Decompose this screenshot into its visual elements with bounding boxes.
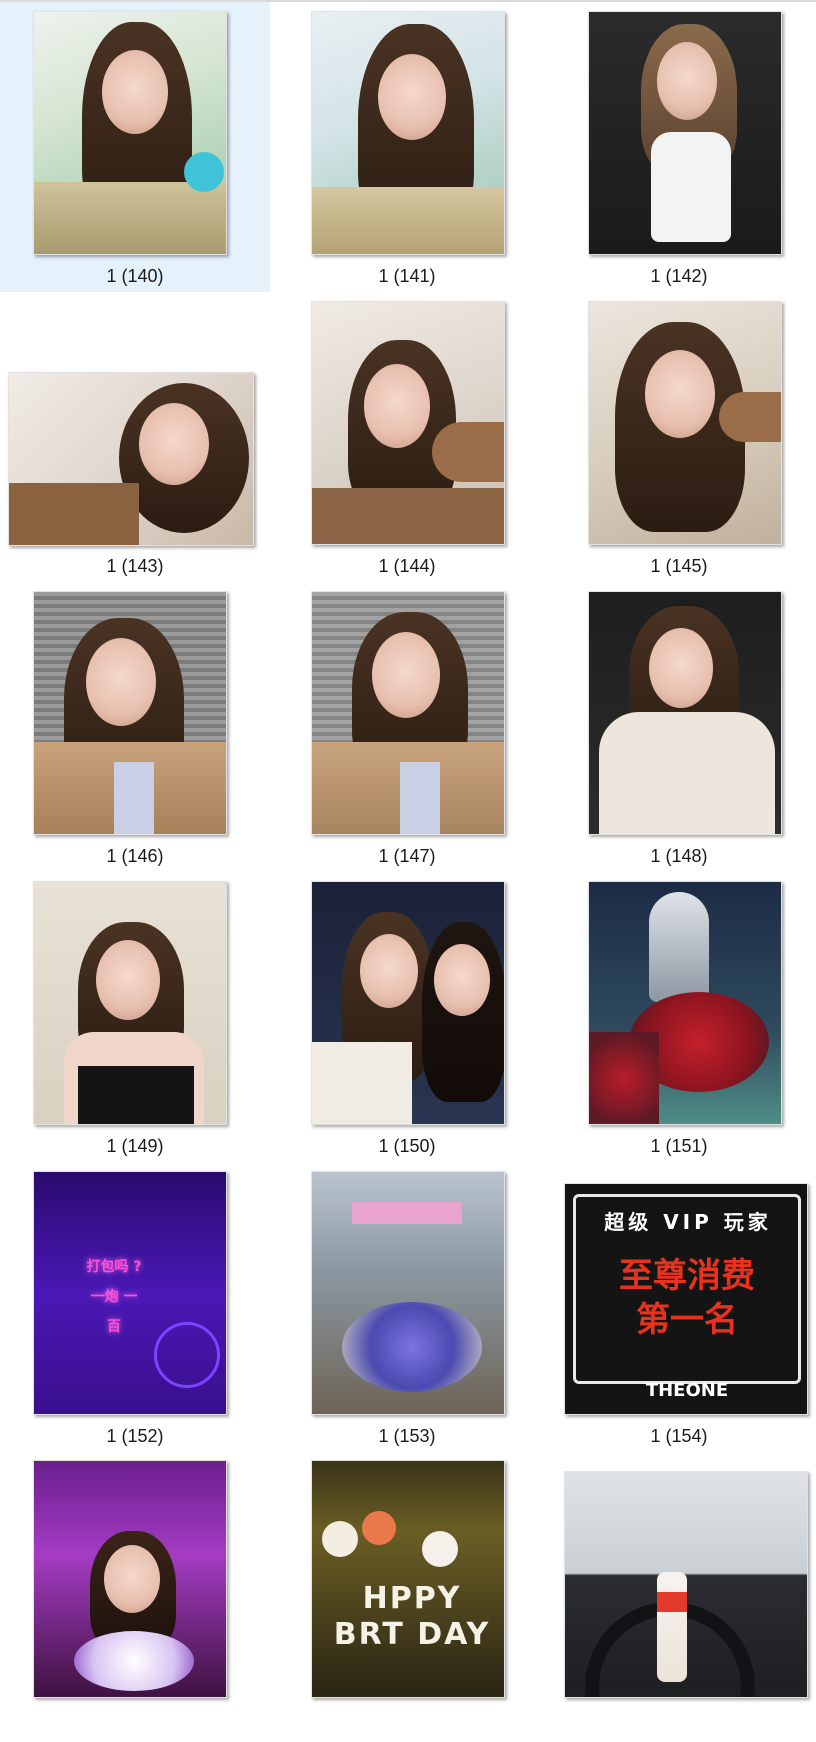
file-name[interactable]: 1 (145) [544, 555, 814, 577]
brand-text: THEONE [645, 1380, 729, 1401]
file-item[interactable]: 1 (151) [544, 872, 814, 1162]
photo-thumbnail[interactable] [33, 881, 227, 1125]
photo-thumbnail[interactable] [311, 301, 505, 545]
neon-sign-text: 打包吗 ? 一炮 一百 [86, 1259, 142, 1335]
file-grid: 1 (140) 1 (141) 1 (142) 1 (143) 1 (144) … [0, 0, 816, 1698]
photo-thumbnail[interactable] [588, 301, 782, 545]
birthday-letters: HPPY BRT DAY [333, 1581, 491, 1652]
file-item[interactable]: 1 (142) [544, 2, 814, 292]
photo-thumbnail[interactable] [564, 1471, 808, 1698]
file-item[interactable]: 1 (141) [272, 2, 542, 292]
photo-thumbnail[interactable]: HPPY BRT DAY [311, 1460, 505, 1698]
file-item[interactable]: 1 (153) [272, 1162, 542, 1452]
photo-thumbnail[interactable] [33, 11, 227, 255]
file-item[interactable]: 1 (149) [0, 872, 270, 1162]
rank-sign-text-2: 第一名 [636, 1300, 738, 1340]
file-name[interactable]: 1 (146) [0, 845, 270, 867]
file-item[interactable]: 1 (143) [0, 292, 270, 582]
file-item[interactable]: 1 (145) [544, 292, 814, 582]
photo-thumbnail[interactable] [311, 11, 505, 255]
file-name[interactable]: 1 (149) [0, 1135, 270, 1157]
file-name[interactable]: 1 (153) [272, 1425, 542, 1447]
file-name[interactable]: 1 (142) [544, 265, 814, 287]
file-item[interactable] [544, 1452, 814, 1742]
file-name[interactable]: 1 (150) [272, 1135, 542, 1157]
file-item[interactable]: 1 (150) [272, 872, 542, 1162]
file-name[interactable]: 1 (152) [0, 1425, 270, 1447]
rank-sign-text: 至尊消费 [619, 1256, 755, 1296]
file-name[interactable]: 1 (143) [0, 555, 270, 577]
file-name[interactable]: 1 (148) [544, 845, 814, 867]
photo-thumbnail[interactable]: 超级 VIP 玩家 至尊消费 第一名 THEONE [564, 1183, 808, 1415]
file-name[interactable]: 1 (147) [272, 845, 542, 867]
file-item[interactable]: 1 (148) [544, 582, 814, 872]
file-item[interactable]: 1 (147) [272, 582, 542, 872]
photo-thumbnail[interactable] [33, 591, 227, 835]
file-name[interactable]: 1 (141) [272, 265, 542, 287]
file-item[interactable]: HPPY BRT DAY [272, 1452, 542, 1742]
file-item[interactable]: 1 (140) [0, 2, 270, 292]
photo-thumbnail[interactable] [588, 881, 782, 1125]
photo-thumbnail[interactable] [8, 372, 254, 546]
photo-thumbnail[interactable] [311, 1171, 505, 1415]
file-name[interactable]: 1 (151) [544, 1135, 814, 1157]
photo-thumbnail[interactable]: 打包吗 ? 一炮 一百 [33, 1171, 227, 1415]
photo-thumbnail[interactable] [311, 591, 505, 835]
file-name[interactable]: 1 (140) [0, 265, 270, 287]
vip-sign-text: 超级 VIP 玩家 [604, 1210, 772, 1234]
photo-thumbnail[interactable] [311, 881, 505, 1125]
file-item[interactable]: 1 (146) [0, 582, 270, 872]
photo-thumbnail[interactable] [588, 11, 782, 255]
file-item[interactable]: 超级 VIP 玩家 至尊消费 第一名 THEONE 1 (154) [544, 1162, 814, 1452]
file-name[interactable]: 1 (154) [544, 1425, 814, 1447]
file-name[interactable]: 1 (144) [272, 555, 542, 577]
file-item[interactable]: 打包吗 ? 一炮 一百 1 (152) [0, 1162, 270, 1452]
file-item[interactable]: 1 (144) [272, 292, 542, 582]
photo-thumbnail[interactable] [33, 1460, 227, 1698]
photo-thumbnail[interactable] [588, 591, 782, 835]
file-item[interactable] [0, 1452, 270, 1742]
